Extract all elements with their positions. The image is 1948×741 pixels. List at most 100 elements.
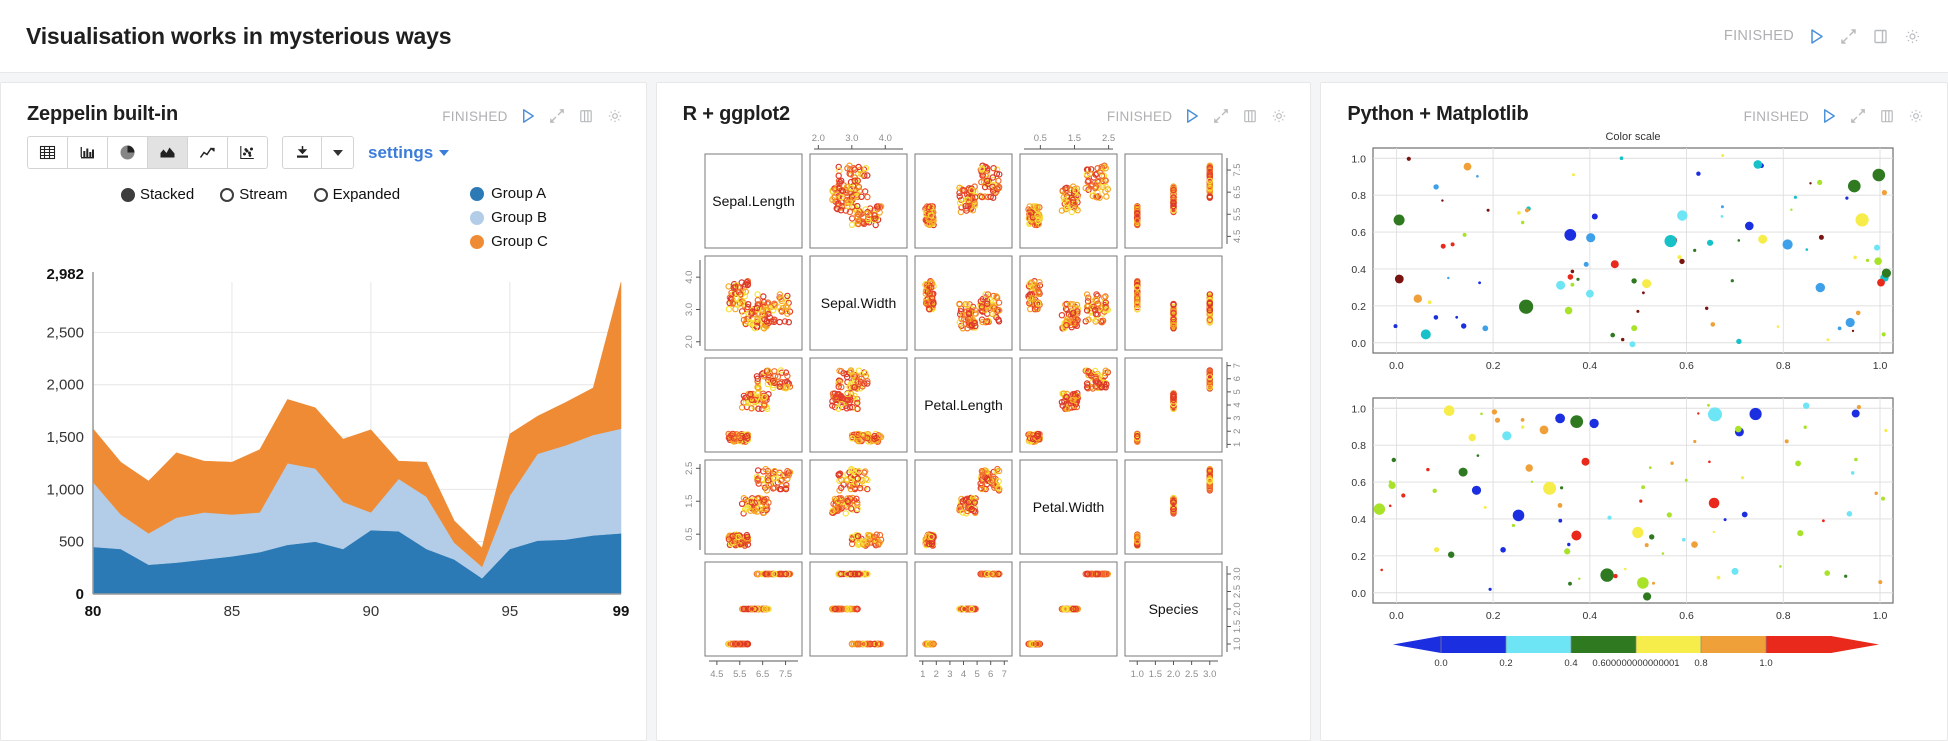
data-point <box>1486 208 1490 212</box>
pie-chart-button[interactable] <box>107 136 148 169</box>
plot-area <box>1372 147 1894 354</box>
chart-type-group <box>27 136 268 169</box>
expand-icon[interactable] <box>1839 27 1858 46</box>
book-icon[interactable] <box>1878 107 1896 125</box>
data-point <box>1809 182 1813 185</box>
axis-tick-label: 2.0 <box>684 335 695 348</box>
scatter-chart-button[interactable] <box>227 136 268 169</box>
line-chart-button[interactable] <box>187 136 228 169</box>
data-point <box>1667 512 1673 518</box>
run-icon[interactable] <box>1807 27 1826 46</box>
matplotlib-figure[interactable]: Color scale 0.0 0.2 0.4 0.6 0.8 1.0 0.0 0.2 0.4 0.… <box>1321 126 1947 701</box>
data-point <box>1685 478 1689 482</box>
stack-options-row: Stacked Stream Expanded Group A Group B … <box>1 169 646 250</box>
radio-dot-icon <box>313 187 328 202</box>
data-point <box>1708 407 1723 422</box>
gear-icon[interactable] <box>606 107 624 125</box>
data-point <box>1502 431 1512 441</box>
axis-tick-label: 6.5 <box>756 669 769 680</box>
scatterplot-matrix[interactable]: Sepal.Length Sepal.Width Petal.Length Petal… <box>657 126 1311 691</box>
axis-tick-label: 6 <box>1232 376 1243 381</box>
y-axis-tick-label: 0.4 <box>1352 264 1367 276</box>
legend-item-group-a[interactable]: Group A <box>470 185 548 202</box>
paragraph-title: Python + Matplotlib <box>1347 103 1529 125</box>
matrix-variable-label: Species <box>1148 601 1198 617</box>
paragraph-controls: FINISHED <box>1744 103 1925 125</box>
matrix-variable-label: Petal.Length <box>924 397 1003 413</box>
data-point <box>1637 577 1650 589</box>
expand-icon[interactable] <box>1212 107 1230 125</box>
data-point <box>1779 565 1783 568</box>
legend-color-swatch <box>470 234 485 249</box>
x-axis-tick-label: 0.0 <box>1389 610 1404 622</box>
data-point <box>1824 570 1831 576</box>
book-icon[interactable] <box>1871 27 1890 46</box>
data-point <box>1407 156 1412 161</box>
gear-icon[interactable] <box>1903 27 1922 46</box>
run-icon[interactable] <box>519 107 537 125</box>
data-point <box>1723 518 1727 522</box>
data-point <box>1884 428 1888 433</box>
radio-dot-icon <box>220 187 235 202</box>
data-point <box>1586 289 1595 298</box>
data-point <box>1447 276 1450 280</box>
axis-tick-label: 1.5 <box>684 495 695 508</box>
data-point <box>1670 461 1675 465</box>
axis-tick-label: 2.5 <box>1232 585 1243 598</box>
book-icon[interactable] <box>577 107 595 125</box>
gear-icon[interactable] <box>1270 107 1288 125</box>
radio-expanded[interactable]: Expanded <box>313 186 400 203</box>
radio-stream[interactable]: Stream <box>220 186 288 203</box>
data-point <box>1854 457 1859 462</box>
data-point <box>1856 310 1861 316</box>
data-point <box>1721 205 1725 209</box>
area-chart[interactable]: 0 500 1,000 1,500 2,000 2,500 2,982 80 85 90 95 99 <box>1 264 646 669</box>
data-point <box>1581 457 1590 466</box>
legend-item-group-c[interactable]: Group C <box>470 233 548 250</box>
data-point <box>1558 518 1563 523</box>
y-axis-tick-label: 1,000 <box>46 481 84 498</box>
data-point <box>1413 294 1423 303</box>
x-axis-tick-label: 99 <box>613 603 630 620</box>
book-icon[interactable] <box>1241 107 1259 125</box>
data-point <box>1693 439 1697 444</box>
expand-icon[interactable] <box>548 107 566 125</box>
gear-icon[interactable] <box>1907 107 1925 125</box>
data-point <box>1556 280 1566 290</box>
bar-chart-button[interactable] <box>67 136 108 169</box>
data-point <box>1421 329 1432 340</box>
x-axis-tick-label: 80 <box>85 603 102 620</box>
expand-icon[interactable] <box>1849 107 1867 125</box>
y-axis-tick-label: 2,000 <box>46 377 84 394</box>
data-point <box>1543 481 1557 495</box>
colorbar-segment <box>1636 636 1702 653</box>
legend-item-group-b[interactable]: Group B <box>470 209 548 226</box>
data-point <box>1826 338 1830 342</box>
axis-tick-label: 7 <box>1232 363 1243 368</box>
run-icon[interactable] <box>1183 107 1201 125</box>
download-icon[interactable] <box>282 136 322 169</box>
notebook-status: FINISHED <box>1723 28 1794 44</box>
data-point <box>1380 568 1384 572</box>
data-point <box>1570 415 1584 428</box>
data-point <box>1478 281 1482 285</box>
area-chart-button[interactable] <box>147 136 188 169</box>
y-axis-tick-label: 0.6 <box>1352 227 1367 239</box>
visualization-toolbar: settings <box>1 126 646 169</box>
run-icon[interactable] <box>1820 107 1838 125</box>
data-point <box>1476 454 1480 457</box>
download-dropdown-button[interactable] <box>322 136 354 169</box>
settings-toggle[interactable]: settings <box>368 143 450 163</box>
x-axis-tick-label: 0.2 <box>1486 360 1501 372</box>
data-point <box>1488 587 1493 591</box>
data-point <box>1753 160 1763 169</box>
data-point <box>1710 322 1716 327</box>
x-axis-tick-label: 95 <box>501 603 518 620</box>
data-point <box>1636 309 1640 313</box>
plot-area <box>1372 397 1894 604</box>
data-point <box>1613 573 1619 579</box>
data-point <box>1852 329 1855 333</box>
radio-stacked[interactable]: Stacked <box>121 186 194 203</box>
data-point <box>1707 403 1711 407</box>
table-chart-button[interactable] <box>27 136 68 169</box>
